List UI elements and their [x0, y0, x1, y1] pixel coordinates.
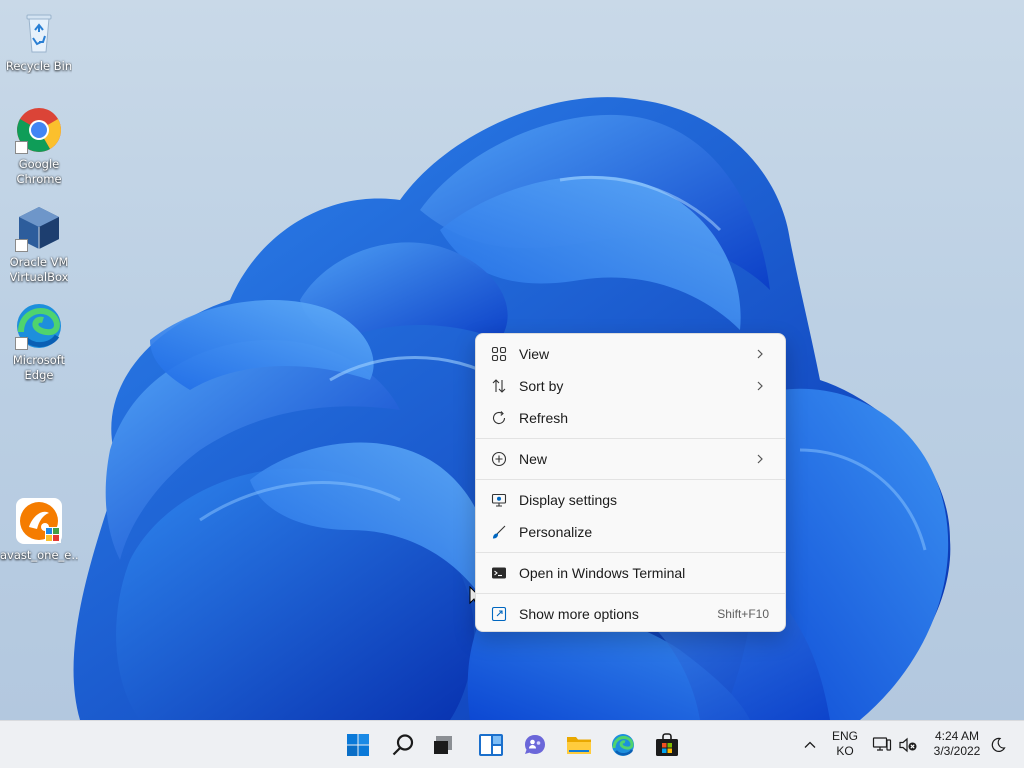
menu-separator [476, 552, 785, 553]
shortcut-arrow-icon [15, 141, 28, 154]
shortcut-arrow-icon [15, 239, 28, 252]
task-view-button[interactable] [428, 729, 460, 761]
menu-item-label: Display settings [519, 492, 618, 508]
widgets-icon [479, 734, 503, 756]
notifications-button[interactable] [986, 729, 1010, 761]
menu-item-sort-by[interactable]: Sort by [480, 370, 781, 402]
chevron-right-icon [757, 381, 763, 391]
desktop-icon-label: Recycle Bin [5, 59, 73, 73]
clock-date: 3/3/2022 [933, 744, 981, 758]
plus-circle-icon [490, 450, 508, 468]
search-icon [392, 734, 414, 756]
file-explorer-icon [567, 737, 591, 754]
menu-item-label: Open in Windows Terminal [519, 565, 686, 581]
input-language-indicator[interactable]: ENG KO [826, 729, 864, 759]
edge-icon [612, 734, 634, 756]
terminal-icon [490, 564, 508, 582]
avast-icon [15, 497, 63, 545]
display-settings-icon [490, 491, 508, 509]
chevron-up-icon [804, 741, 816, 748]
menu-separator [476, 479, 785, 480]
desktop-icon-avast[interactable]: avast_one_e... [0, 497, 78, 563]
menu-item-open-terminal[interactable]: Open in Windows Terminal [480, 557, 781, 589]
clock-time: 4:24 AM [934, 729, 980, 743]
desktop-context-menu: View Sort by Refresh New Display setting… [475, 333, 786, 632]
menu-item-shortcut: Shift+F10 [717, 607, 769, 621]
chevron-right-icon [757, 349, 763, 359]
store-button[interactable] [651, 729, 683, 761]
edge-icon [15, 302, 63, 350]
clock[interactable]: 4:24 AM 3/3/2022 [926, 729, 988, 759]
desktop-icon-label: Oracle VM VirtualBox [9, 255, 69, 284]
desktop-icon-edge[interactable]: Microsoft Edge [1, 302, 77, 383]
language-bottom: KO [836, 744, 854, 758]
menu-item-show-more-options[interactable]: Show more options Shift+F10 [480, 598, 781, 630]
desktop-icon-label: avast_one_e... [0, 548, 78, 562]
volume-button[interactable] [896, 729, 920, 761]
menu-item-refresh[interactable]: Refresh [480, 402, 781, 434]
chevron-right-icon [757, 454, 763, 464]
refresh-icon [490, 409, 508, 427]
virtualbox-icon [15, 204, 63, 252]
start-button[interactable] [342, 729, 374, 761]
menu-item-label: Sort by [519, 378, 564, 394]
desktop-icon-recycle-bin[interactable]: Recycle Bin [1, 8, 77, 74]
chat-button[interactable] [519, 729, 551, 761]
menu-item-new[interactable]: New [480, 443, 781, 475]
widgets-button[interactable] [475, 729, 507, 761]
language-top: ENG [831, 729, 858, 743]
menu-item-personalize[interactable]: Personalize [480, 516, 781, 548]
network-monitor-icon [872, 737, 892, 751]
file-explorer-button[interactable] [563, 729, 595, 761]
start-icon [347, 734, 369, 756]
sort-arrows-icon [490, 377, 508, 395]
menu-separator [476, 593, 785, 594]
edge-taskbar-button[interactable] [607, 729, 639, 761]
grid-view-icon [490, 345, 508, 363]
desktop-icon-chrome[interactable]: Google Chrome [1, 106, 77, 187]
desktop-icon-label: Google Chrome [16, 157, 62, 186]
menu-item-view[interactable]: View [480, 338, 781, 370]
desktop-icon-virtualbox[interactable]: Oracle VM VirtualBox [1, 204, 77, 285]
menu-item-display-settings[interactable]: Display settings [480, 484, 781, 516]
menu-item-label: Refresh [519, 410, 569, 426]
speaker-muted-icon [899, 737, 917, 753]
show-hidden-icons-button[interactable] [796, 729, 824, 761]
task-view-icon [434, 736, 452, 754]
taskbar-search-button[interactable] [387, 729, 419, 761]
menu-item-label: View [519, 346, 550, 362]
menu-separator [476, 438, 785, 439]
recycle-bin-icon [15, 8, 63, 56]
more-options-icon [490, 605, 508, 623]
menu-item-label: Show more options [519, 606, 639, 622]
store-icon [656, 733, 678, 756]
taskbar: ENG KO 4:24 AM 3/3/2022 [0, 720, 1024, 768]
desktop[interactable]: Recycle Bin Google Chrome Oracle VM Virt… [0, 0, 1024, 720]
shortcut-arrow-icon [15, 337, 28, 350]
menu-item-label: Personalize [519, 524, 593, 540]
chat-icon [525, 735, 545, 754]
chrome-icon [15, 106, 63, 154]
desktop-icon-label: Microsoft Edge [12, 353, 66, 382]
brush-icon [490, 523, 508, 541]
menu-item-label: New [519, 451, 548, 467]
focus-assist-moon-icon [991, 737, 1006, 752]
network-button[interactable] [870, 729, 894, 761]
